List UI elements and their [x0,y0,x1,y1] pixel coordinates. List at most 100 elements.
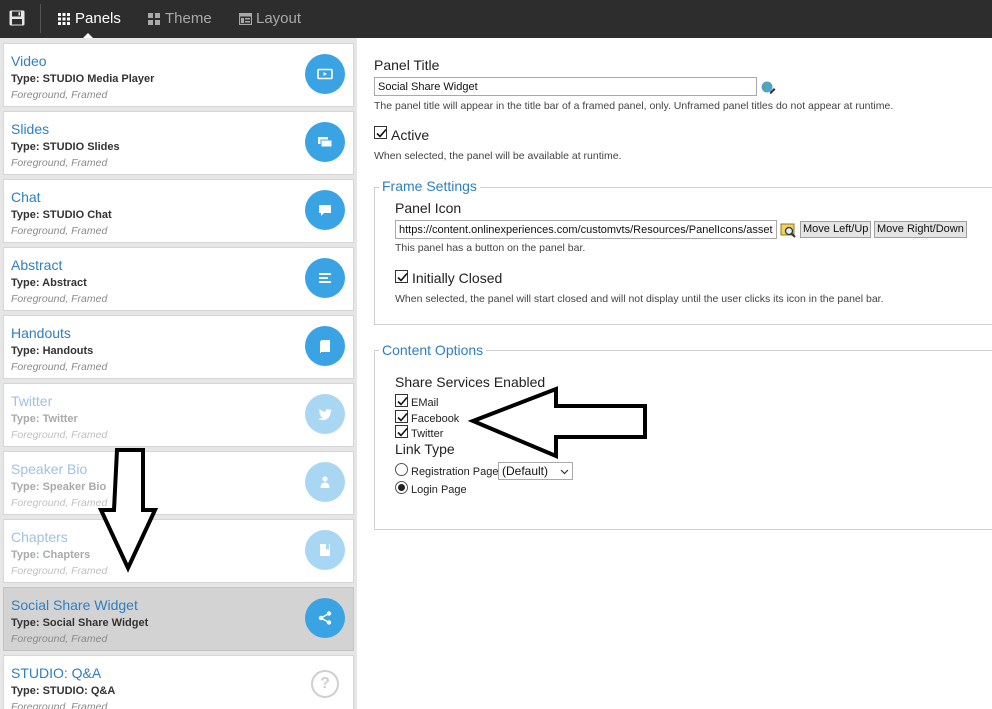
floppy-disk-icon [9,10,25,26]
panel-name: Twitter [11,393,53,409]
panel-item-abstract[interactable]: Abstract Type: Abstract Foreground, Fram… [3,247,354,311]
twitter-bird-icon [318,408,332,421]
panel-meta: Foreground, Framed [11,701,108,709]
panel-icon-circle [305,462,345,502]
active-checkbox[interactable] [374,126,387,139]
panel-icon-hint: This panel has a button on the panel bar… [395,242,586,254]
video-icon [317,68,333,80]
panel-item-social-share-widget[interactable]: Social Share Widget Type: Social Share W… [3,587,354,651]
panel-item-slides[interactable]: Slides Type: STUDIO Slides Foreground, F… [3,111,354,175]
person-icon [320,476,330,488]
panel-title-input[interactable] [374,77,757,96]
tab-theme-label: Theme [165,10,212,27]
panel-meta: Foreground, Framed [11,225,108,237]
panel-item-speaker-bio[interactable]: Speaker Bio Type: Speaker Bio Foreground… [3,451,354,515]
layout-icon [239,13,252,25]
active-label: Active [391,127,430,143]
checkmark-icon [397,412,408,422]
panel-item-handouts[interactable]: Handouts Type: Handouts Foreground, Fram… [3,315,354,379]
panel-type: Type: Speaker Bio [11,481,107,493]
move-left-up-button[interactable]: Move Left/Up [800,221,872,238]
chat-bubble-icon [319,205,331,216]
facebook-service-label: Facebook [411,413,460,425]
login-page-radio[interactable] [395,481,408,494]
panel-icon-url-input[interactable] [395,220,777,239]
panel-icon-label: Panel Icon [395,200,462,216]
tab-layout[interactable]: Layout [239,0,309,38]
initially-closed-label: Initially Closed [412,270,503,286]
active-hint: When selected, the panel will be availab… [374,150,622,162]
panel-name: Handouts [11,325,71,341]
registration-page-label: Registration Page [411,466,499,478]
panel-settings-form: Panel Title The panel title will appear … [357,38,992,709]
panel-type: Type: Handouts [11,345,94,357]
tab-theme[interactable]: Theme [148,0,218,38]
initially-closed-hint: When selected, the panel will start clos… [395,293,884,305]
panel-icon-circle [305,394,345,434]
panel-item-chat[interactable]: Chat Type: STUDIO Chat Foreground, Frame… [3,179,354,243]
panel-name: Speaker Bio [11,461,88,477]
panel-name: Chat [11,189,41,205]
registration-page-radio[interactable] [395,463,408,476]
email-service-checkbox[interactable] [395,394,408,407]
panel-title-hint: The panel title will appear in the title… [374,100,894,112]
registration-page-select[interactable]: (Default) [498,462,573,480]
facebook-service-checkbox[interactable] [395,410,408,423]
panel-meta: Foreground, Framed [11,565,108,577]
panel-name: Slides [11,121,50,137]
save-button[interactable] [9,10,25,26]
panel-type: Type: STUDIO Media Player [11,73,155,85]
question-icon: ? [311,670,339,698]
panel-meta: Foreground, Framed [11,293,108,305]
checkmark-icon [397,396,408,406]
panel-type: Type: STUDIO Chat [11,209,112,221]
login-page-label: Login Page [411,484,467,496]
document-icon [320,340,330,353]
panel-item-video[interactable]: Video Type: STUDIO Media Player Foregrou… [3,43,354,107]
checkmark-icon [397,427,408,437]
palette-icon [148,13,160,25]
panel-type: Type: Chapters [11,549,91,561]
top-toolbar: Panels Theme Layout [0,0,992,39]
panel-icon-circle [305,122,345,162]
registration-select-value: (Default) [502,464,549,478]
grid-icon [58,13,70,25]
share-services-label: Share Services Enabled [395,374,546,390]
panel-name: STUDIO: Q&A [11,665,102,681]
panel-icon-circle [305,326,345,366]
panel-icon-circle [305,54,345,94]
panel-name: Chapters [11,529,68,545]
panel-title-label: Panel Title [374,57,440,73]
globe-edit-icon[interactable] [760,79,776,95]
checkmark-icon [376,128,387,138]
slides-icon [318,137,333,148]
panel-type: Type: Social Share Widget [11,617,149,629]
email-service-label: EMail [411,397,439,409]
panel-type: Type: Twitter [11,413,78,425]
frame-settings-legend: Frame Settings [379,178,480,194]
chevron-down-icon [560,469,569,475]
panel-item-chapters[interactable]: Chapters Type: Chapters Foreground, Fram… [3,519,354,583]
checkmark-icon [397,272,408,282]
link-type-label: Link Type [395,441,455,457]
text-lines-icon [319,273,331,283]
content-options-legend: Content Options [379,342,487,358]
panel-type: Type: STUDIO Slides [11,141,120,153]
panel-item-studio-qa[interactable]: STUDIO: Q&A Type: STUDIO: Q&A Foreground… [3,655,354,709]
twitter-service-checkbox[interactable] [395,425,408,438]
panel-meta: Foreground, Framed [11,157,108,169]
panel-meta: Foreground, Framed [11,361,108,373]
twitter-service-label: Twitter [411,428,444,440]
panel-icon-circle [305,598,345,638]
panel-item-twitter[interactable]: Twitter Type: Twitter Foreground, Framed [3,383,354,447]
tab-layout-label: Layout [256,10,302,27]
panel-name: Video [11,53,47,69]
browse-image-icon[interactable] [780,222,796,238]
panel-meta: Foreground, Framed [11,429,108,441]
move-right-down-button[interactable]: Move Right/Down [874,221,967,238]
panel-name: Abstract [11,257,63,273]
initially-closed-checkbox[interactable] [395,270,408,283]
book-icon [320,544,330,556]
panel-list-sidebar: Video Type: STUDIO Media Player Foregrou… [0,38,357,709]
panel-icon-circle [305,190,345,230]
